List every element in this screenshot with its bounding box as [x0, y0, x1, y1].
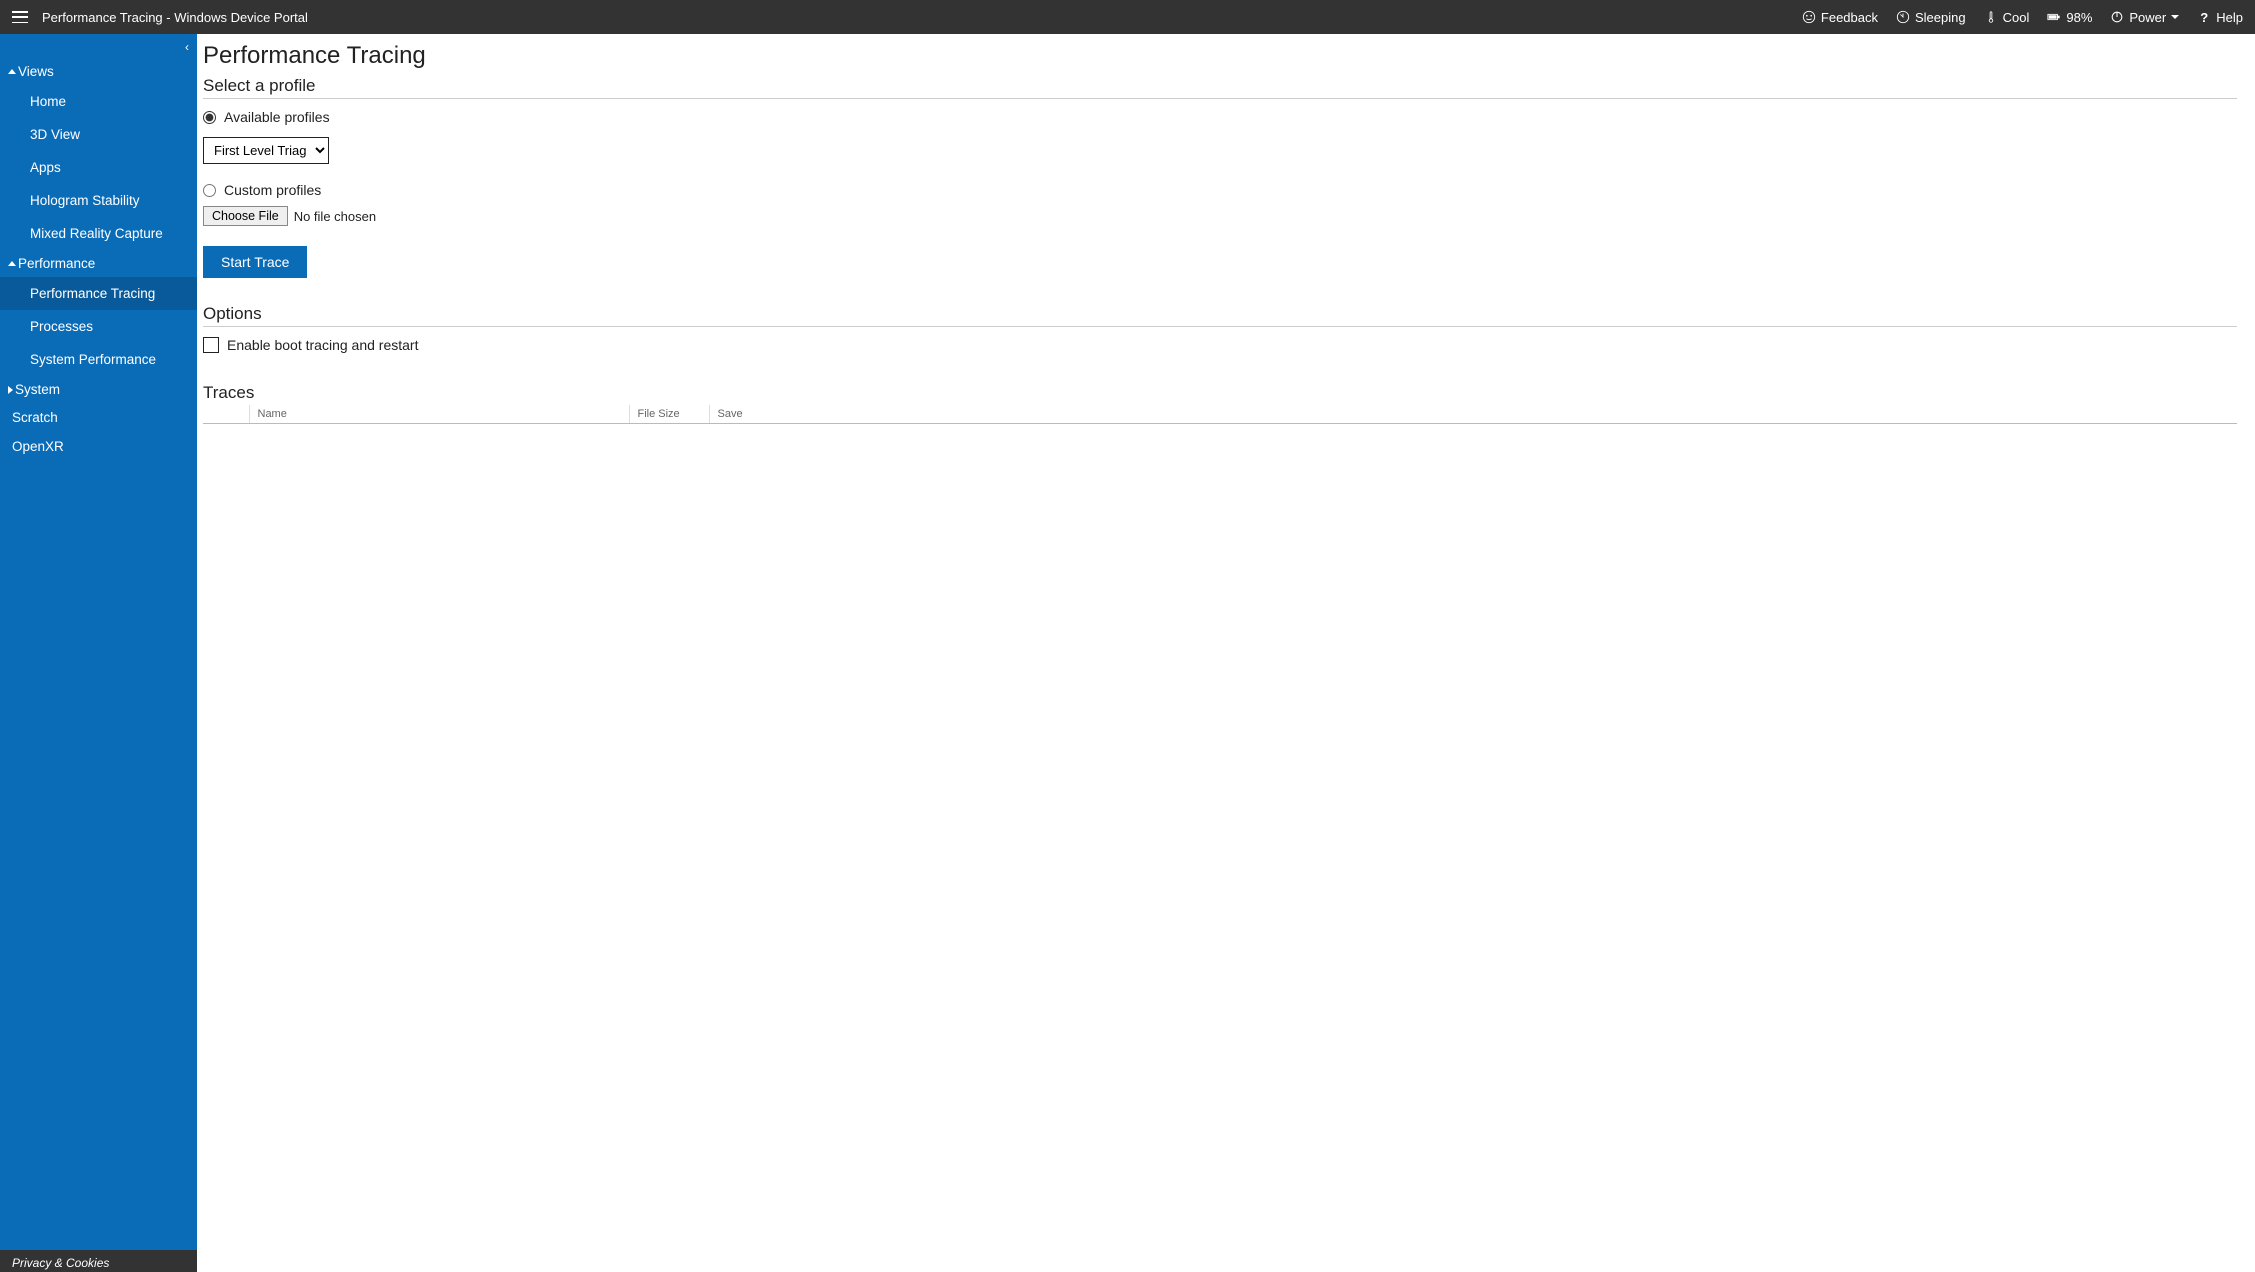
checkbox-icon[interactable] — [203, 337, 219, 353]
nav-group-performance[interactable]: Performance — [0, 250, 197, 277]
page-title: Performance Tracing — [203, 42, 2237, 70]
battery-icon — [2047, 10, 2061, 24]
boot-tracing-checkbox[interactable]: Enable boot tracing and restart — [203, 337, 2237, 353]
nav-group-system[interactable]: System — [0, 376, 197, 403]
start-trace-button[interactable]: Start Trace — [203, 246, 307, 278]
nav-item-openxr[interactable]: OpenXR — [0, 432, 197, 461]
sidebar: ‹ Views Home 3D View Apps Hologram Stabi… — [0, 34, 197, 1272]
nav-item-system-performance[interactable]: System Performance — [0, 343, 197, 376]
help-button[interactable]: ? Help — [2197, 10, 2243, 25]
traces-table: Name File Size Save — [203, 405, 2237, 424]
nav-group-views[interactable]: Views — [0, 58, 197, 85]
nav-group-label: Performance — [18, 256, 95, 271]
section-select-profile: Select a profile — [203, 76, 2237, 99]
available-profiles-radio[interactable]: Available profiles — [203, 109, 2237, 125]
collapse-sidebar-button[interactable]: ‹ — [185, 40, 189, 54]
table-header-save[interactable]: Save — [709, 405, 2237, 424]
smile-icon — [1802, 10, 1816, 24]
choose-file-button[interactable]: Choose File — [203, 206, 288, 226]
power-menu[interactable]: Power — [2110, 10, 2179, 25]
sleeping-label: Sleeping — [1915, 10, 1966, 25]
feedback-label: Feedback — [1821, 10, 1878, 25]
nav-item-mixed-reality-capture[interactable]: Mixed Reality Capture — [0, 217, 197, 250]
nav-group-label: Views — [18, 64, 54, 79]
nav-group-label: System — [15, 382, 60, 397]
table-header-name[interactable]: Name — [249, 405, 629, 424]
boot-tracing-label: Enable boot tracing and restart — [227, 337, 418, 353]
menu-icon[interactable] — [12, 11, 28, 23]
triangle-right-icon — [8, 386, 13, 394]
nav-item-performance-tracing[interactable]: Performance Tracing — [0, 277, 197, 310]
privacy-link[interactable]: Privacy & Cookies — [0, 1250, 197, 1272]
main-content: Performance Tracing Select a profile Ava… — [197, 34, 2255, 1272]
custom-profiles-radio-input[interactable] — [203, 184, 216, 197]
temperature-status[interactable]: Cool — [1984, 10, 2030, 25]
clock-icon — [1896, 10, 1910, 24]
custom-profiles-radio[interactable]: Custom profiles — [203, 182, 2237, 198]
nav-item-apps[interactable]: Apps — [0, 151, 197, 184]
app-header: Performance Tracing - Windows Device Por… — [0, 0, 2255, 34]
nav-item-processes[interactable]: Processes — [0, 310, 197, 343]
custom-profiles-label: Custom profiles — [224, 182, 321, 198]
question-icon: ? — [2197, 10, 2211, 24]
power-label: Power — [2129, 10, 2166, 25]
triangle-up-icon — [8, 69, 16, 74]
nav-item-home[interactable]: Home — [0, 85, 197, 118]
thermometer-icon — [1984, 10, 1998, 24]
nav-item-3d-view[interactable]: 3D View — [0, 118, 197, 151]
available-profiles-radio-input[interactable] — [203, 111, 216, 124]
chevron-down-icon — [2171, 15, 2179, 19]
available-profiles-label: Available profiles — [224, 109, 330, 125]
triangle-up-icon — [8, 261, 16, 266]
feedback-button[interactable]: Feedback — [1802, 10, 1878, 25]
battery-status[interactable]: 98% — [2047, 10, 2092, 25]
battery-label: 98% — [2066, 10, 2092, 25]
table-header-size[interactable]: File Size — [629, 405, 709, 424]
help-label: Help — [2216, 10, 2243, 25]
nav-item-scratch[interactable]: Scratch — [0, 403, 197, 432]
section-options: Options — [203, 304, 2237, 327]
nav-item-hologram-stability[interactable]: Hologram Stability — [0, 184, 197, 217]
sleeping-status[interactable]: Sleeping — [1896, 10, 1966, 25]
profile-select[interactable]: First Level Triage — [203, 137, 329, 164]
section-traces: Traces — [203, 383, 2237, 405]
app-title: Performance Tracing - Windows Device Por… — [42, 10, 308, 25]
cool-label: Cool — [2003, 10, 2030, 25]
table-header-blank — [203, 405, 249, 424]
power-icon — [2110, 10, 2124, 24]
no-file-label: No file chosen — [294, 209, 376, 224]
